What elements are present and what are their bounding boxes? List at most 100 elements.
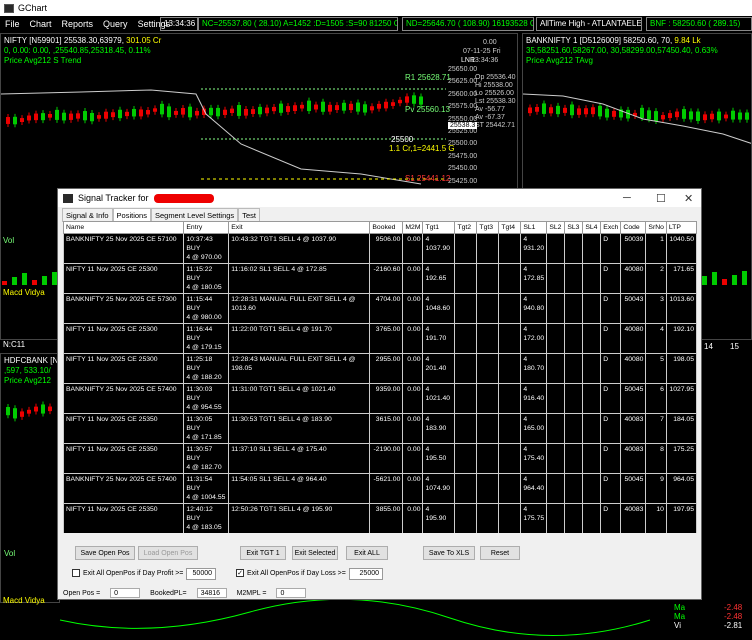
table-cell: 11:31:54 BUY 4 @ 1004.55 — [183, 473, 230, 504]
column-header[interactable]: LTP — [665, 221, 697, 234]
table-cell: 12:28:43 MANUAL FULL EXIT SELL 4 @ 198.0… — [228, 353, 371, 384]
table-row[interactable]: BANKNIFTY 25 Nov 2025 CE 57400 11:31:54 B… — [63, 473, 697, 504]
menu-query[interactable]: Query — [98, 19, 133, 29]
table-row[interactable]: BANKNIFTY 25 Nov 2025 CE 57400 11:30:03 B… — [63, 383, 697, 414]
positions-grid[interactable]: Name Entry Exit Booked M2M Tgt1 Tgt2 Tgt3 Tgt4 SL… — [63, 221, 697, 533]
minimize-icon[interactable]: ─ — [623, 192, 631, 204]
exit-selected-button[interactable]: Exit Selected — [292, 546, 338, 560]
column-header[interactable]: Exch — [600, 221, 622, 234]
candle — [139, 109, 143, 117]
candle — [76, 113, 80, 119]
column-header[interactable]: Exit — [228, 221, 371, 234]
close-icon[interactable]: ✕ — [684, 192, 693, 205]
nifty-lst: Lst 25538.30 — [475, 98, 516, 105]
table-cell: 40083 — [620, 413, 647, 444]
hdfc-chart-pane[interactable]: HDFCBANK [N13 ,597, 533.10/ Price Avg212… — [0, 353, 60, 603]
table-cell: D — [600, 413, 622, 444]
table-cell: 4 201.40 — [422, 353, 456, 384]
table-cell — [498, 263, 522, 294]
tab-test[interactable]: Test — [238, 208, 260, 222]
exit-tgt1-button[interactable]: Exit TGT 1 — [240, 546, 286, 560]
table-row[interactable]: NIFTY 11 Nov 2025 CE 25300 11:25:18 BUY 4… — [63, 353, 697, 384]
table-row[interactable]: NIFTY 11 Nov 2025 CE 25350 11:30:05 BUY 4… — [63, 413, 697, 444]
tab-signal-info[interactable]: Signal & Info — [62, 208, 113, 222]
table-cell — [454, 323, 478, 354]
table-cell: 3615.00 — [369, 413, 404, 444]
column-header[interactable]: SL1 — [520, 221, 548, 234]
table-cell: 50045 — [620, 383, 647, 414]
column-header[interactable]: SL2 — [546, 221, 566, 234]
candle — [174, 110, 178, 115]
nifty-last-price: 25538.3 — [448, 122, 478, 129]
candle — [556, 105, 560, 115]
save-to-xls-button[interactable]: Save To XLS — [423, 546, 475, 560]
candle — [153, 108, 157, 112]
dialog-icon — [63, 193, 73, 203]
column-header[interactable]: Tgt2 — [454, 221, 478, 234]
table-row[interactable]: NIFTY 11 Nov 2025 CE 25300 11:15:22 BUY 4… — [63, 263, 697, 294]
column-header[interactable]: M2M — [402, 221, 424, 234]
table-cell — [582, 503, 602, 533]
column-header[interactable]: SL4 — [582, 221, 602, 234]
table-row[interactable]: NIFTY 11 Nov 2025 CE 25350 11:30:57 BUY 4… — [63, 443, 697, 474]
candle — [237, 105, 241, 116]
ma-val-2: -2.48 — [724, 612, 743, 621]
menu-chart[interactable]: Chart — [25, 19, 57, 29]
column-header[interactable]: Code — [620, 221, 647, 234]
column-header[interactable]: Entry — [183, 221, 230, 234]
table-cell: 1013.60 — [665, 293, 697, 324]
day-profit-checkbox[interactable] — [72, 569, 80, 577]
candle — [34, 113, 38, 121]
tab-positions[interactable]: Positions — [112, 208, 151, 222]
maximize-icon[interactable]: ☐ — [656, 192, 666, 205]
day-loss-checkbox[interactable]: ✓ — [236, 569, 244, 577]
column-header[interactable]: Tgt3 — [476, 221, 500, 234]
table-cell: 11:16:44 BUY 4 @ 179.15 — [183, 323, 230, 354]
load-open-pos-button[interactable]: Load Open Pos — [138, 546, 198, 560]
candle — [244, 109, 248, 116]
reset-button[interactable]: Reset — [480, 546, 520, 560]
signal-tracker-dialog: Signal Tracker for ─ ☐ ✕ Signal & Info P… — [57, 188, 702, 600]
menu-file[interactable]: File — [0, 19, 25, 29]
table-cell — [546, 503, 566, 533]
column-header[interactable]: Tgt4 — [498, 221, 522, 234]
day-loss-input[interactable]: 25000 — [349, 568, 383, 580]
table-row[interactable]: NIFTY 11 Nov 2025 CE 25350 12:40:12 BUY 4… — [63, 503, 697, 533]
table-row[interactable]: BANKNIFTY 25 Nov 2025 CE 57300 11:15:44 B… — [63, 293, 697, 324]
tab-segment-settings[interactable]: Segment Level Settings — [150, 208, 239, 222]
table-row[interactable]: NIFTY 11 Nov 2025 CE 25300 11:16:44 BUY 4… — [63, 323, 697, 354]
table-cell: 175.25 — [665, 443, 697, 474]
table-cell — [546, 323, 566, 354]
candle — [591, 107, 595, 115]
column-header[interactable]: Booked — [369, 221, 404, 234]
table-cell: 3 — [645, 293, 667, 324]
candle — [118, 109, 122, 119]
candle — [209, 107, 213, 116]
exit-all-button[interactable]: Exit ALL — [346, 546, 388, 560]
nifty-hi: Hi 25538.00 — [475, 82, 513, 89]
day-profit-input[interactable]: 50000 — [186, 568, 216, 580]
table-cell: 4 172.00 — [520, 323, 548, 354]
table-cell: 50043 — [620, 293, 647, 324]
table-cell: 192.10 — [665, 323, 697, 354]
candle — [419, 96, 423, 105]
table-cell: 0.00 — [402, 293, 424, 324]
save-open-pos-button[interactable]: Save Open Pos — [75, 546, 135, 560]
candle — [258, 106, 262, 115]
column-header[interactable]: SrNo — [645, 221, 667, 234]
candle — [272, 106, 276, 112]
table-cell: 11:54:05 SL1 SELL 4 @ 964.40 — [228, 473, 371, 504]
candle — [412, 95, 416, 104]
table-row[interactable]: BANKNIFTY 25 Nov 2025 CE 57100 10:37:43 B… — [63, 233, 697, 264]
column-header[interactable]: Name — [63, 221, 185, 234]
column-header[interactable]: Tgt1 — [422, 221, 456, 234]
candle — [216, 107, 220, 117]
candle — [286, 106, 290, 112]
menu-reports[interactable]: Reports — [57, 19, 99, 29]
column-header[interactable]: SL3 — [564, 221, 584, 234]
level-mid-label: 1.1 Cr,1=2441.5 G — [389, 144, 455, 153]
table-cell — [582, 383, 602, 414]
table-cell: 7 — [645, 413, 667, 444]
table-cell: 0.00 — [402, 323, 424, 354]
table-cell: 3855.00 — [369, 503, 404, 533]
